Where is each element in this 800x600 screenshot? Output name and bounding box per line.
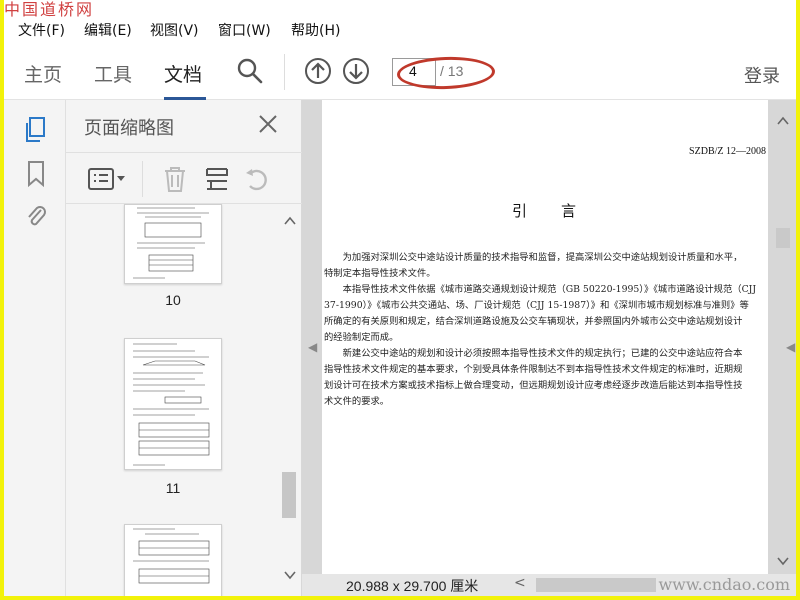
status-bar: 20.988 x 29.700 厘米 < www.cndao.com [302, 574, 796, 596]
document-title: 引言 [512, 202, 611, 220]
scrollbar-thumb[interactable] [282, 472, 296, 518]
thumbnail-page-10[interactable] [124, 204, 222, 284]
panel-title: 页面缩略图 [84, 118, 174, 139]
menu-window[interactable]: 窗口(W) [218, 20, 271, 40]
thumbnail-page-12[interactable] [124, 524, 222, 596]
options-menu-icon[interactable] [86, 165, 130, 193]
trash-icon[interactable] [162, 165, 188, 193]
document-line: 特制定本指导性技术文件。 [324, 268, 436, 279]
panel-toolbar [66, 152, 302, 204]
arrow-down-circle-icon[interactable] [342, 57, 370, 85]
toolbar-divider [284, 54, 285, 90]
chevron-up-icon[interactable] [777, 116, 789, 126]
document-page: SZDB/Z 12—2008 引言 为加强对深圳公交中途站设计质量的技术指导和监… [322, 100, 768, 574]
tab-tools[interactable]: 工具 [94, 60, 132, 87]
horizontal-scrollbar-thumb[interactable] [536, 578, 656, 592]
login-button[interactable]: 登录 [744, 62, 780, 88]
document-line: 划设计可在技术方案或技术指标上做合理变动，但远期规划设计应考虑经逐步改造后能达到… [324, 380, 743, 391]
tab-home[interactable]: 主页 [24, 60, 62, 87]
panel-toolbar-divider [142, 161, 143, 197]
document-line: 的经验制定而成。 [324, 332, 399, 343]
right-pane-toggle-icon[interactable]: ◀ [786, 340, 795, 354]
thumbnail-page-11[interactable] [124, 338, 222, 470]
search-icon[interactable] [236, 57, 264, 85]
app-window: 中国道桥网 文件(F) 编辑(E) 视图(V) 窗口(W) 帮助(H) 主页 工… [4, 0, 796, 596]
thumbnail-scrollbar[interactable] [280, 204, 300, 596]
document-viewport[interactable]: ◀ SZDB/Z 12—2008 引言 为加强对深圳公交中途站设计质量的技术指导… [302, 100, 796, 596]
watermark-bottom: www.cndao.com [658, 575, 790, 594]
close-icon[interactable] [256, 112, 280, 136]
thumbnail-panel: 页面缩略图 10 11 [66, 100, 302, 596]
scrollbar-thumb[interactable] [776, 228, 790, 248]
attachment-icon[interactable] [24, 202, 48, 230]
menu-view[interactable]: 视图(V) [150, 20, 199, 40]
document-line: 为加强对深圳公交中途站设计质量的技术指导和监督，提高深圳公交中途站规划设计质量和… [324, 252, 743, 263]
left-rail [4, 100, 66, 596]
page-thumbnails-icon[interactable] [24, 116, 48, 144]
chevron-left-icon[interactable]: < [514, 575, 526, 591]
document-line: 所确定的有关原则和规定，结合深圳道路设施及公交车辆现状，并参照国内外城市公交中途… [324, 316, 743, 327]
thumbnail-label: 11 [165, 480, 181, 496]
document-line: 新建公交中途站的规划和设计必须按照本指导性技术文件的规定执行；已建的公交中途站应… [324, 348, 743, 359]
tab-document[interactable]: 文档 [164, 60, 202, 87]
chevron-up-icon[interactable] [284, 216, 296, 226]
chevron-down-icon[interactable] [284, 570, 296, 580]
menu-help[interactable]: 帮助(H) [291, 20, 340, 40]
document-body: 为加强对深圳公交中途站设计质量的技术指导和监督，提高深圳公交中途站规划设计质量和… [324, 250, 764, 410]
document-line: 本指导性技术文件依据《城市道路交通规划设计规范（GB 50220-1995）》《… [324, 284, 757, 295]
insert-page-icon[interactable] [204, 165, 230, 193]
chevron-down-icon[interactable] [777, 556, 789, 566]
arrow-up-circle-icon[interactable] [304, 57, 332, 85]
left-pane-toggle-icon[interactable]: ◀ [308, 340, 317, 354]
bookmark-icon[interactable] [24, 160, 48, 188]
document-line: 37-1990）》《城市公共交通站、场、厂设计规范（CJJ 15-1987）》和… [324, 300, 749, 311]
document-line: 术文件的要求。 [324, 396, 390, 407]
thumbnail-label: 10 [165, 292, 181, 308]
document-line: 指导性技术文件规定的基本要求，个别受具体条件限制达不到本指导性技术文件规定的标准… [324, 364, 743, 375]
thumbnail-list: 10 11 [66, 204, 280, 596]
document-header: SZDB/Z 12—2008 [689, 146, 766, 157]
menu-file[interactable]: 文件(F) [18, 20, 65, 40]
menu-edit[interactable]: 编辑(E) [84, 20, 132, 40]
document-scrollbar[interactable] [774, 100, 792, 574]
menu-bar: 文件(F) 编辑(E) 视图(V) 窗口(W) 帮助(H) [4, 16, 796, 42]
page-size-readout: 20.988 x 29.700 厘米 [346, 578, 479, 594]
rotate-icon[interactable] [242, 165, 272, 193]
